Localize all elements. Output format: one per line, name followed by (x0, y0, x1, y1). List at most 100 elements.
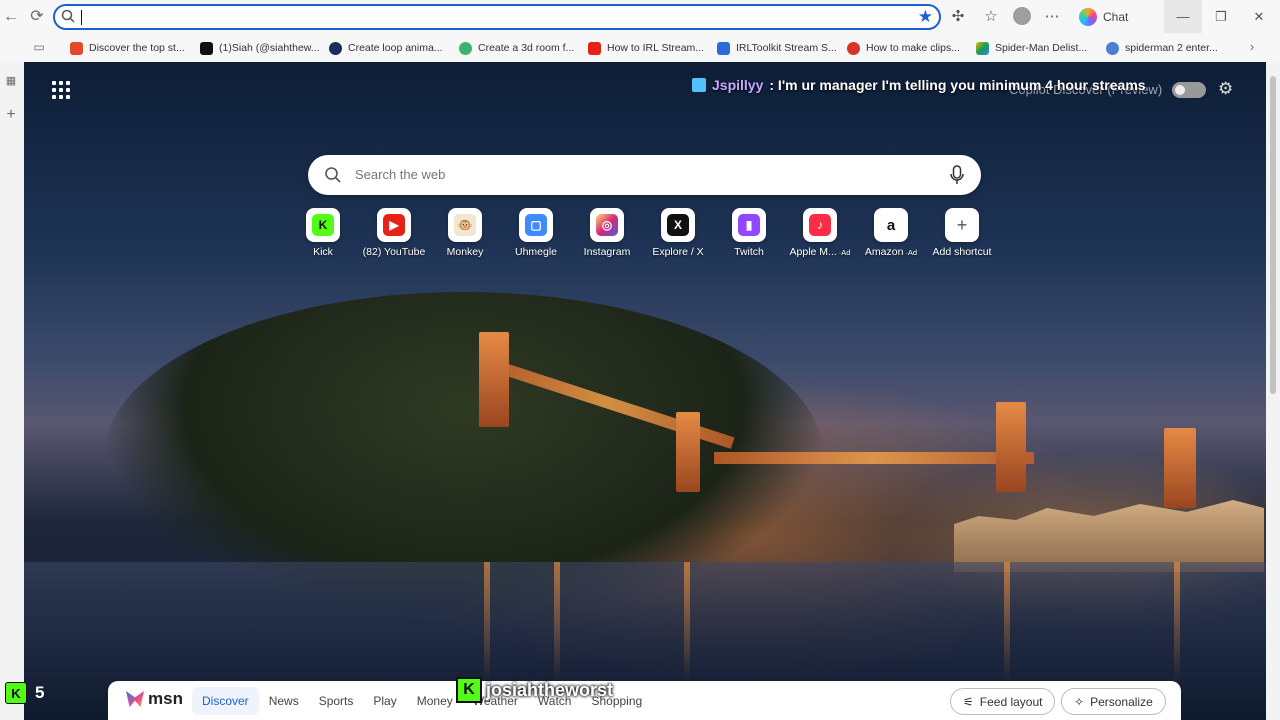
uhmegle-icon: ▢ (525, 214, 547, 236)
bookmarks-bar: ▭ Discover the top st... (1)Siah (@siaht… (0, 33, 1280, 62)
ad-badge: ·Ad (905, 248, 918, 257)
shortcut-add[interactable]: + Add shortcut (927, 208, 997, 258)
tab-sports[interactable]: Sports (309, 687, 364, 715)
tab-news[interactable]: News (259, 687, 309, 715)
shortcut-label: Apple M... ·Ad (789, 246, 851, 258)
search-icon (325, 167, 341, 183)
shortcut-label: (82) YouTube (362, 246, 426, 258)
shortcut-label: Twitch (734, 246, 764, 258)
text-caret (81, 10, 82, 25)
shortcut-amazon[interactable]: a Amazon ·Ad (856, 208, 926, 258)
bookmark-item[interactable]: How to make clips... (847, 40, 960, 56)
shortcut-tile: ▮ (732, 208, 766, 242)
scrollbar-thumb[interactable] (1270, 76, 1276, 394)
kick-icon: K (5, 682, 27, 704)
bookmark-item[interactable]: How to IRL Stream... (588, 40, 704, 56)
shortcut-tile: + (945, 208, 979, 242)
stream-chat-overlay: Jspillyy : I'm ur manager I'm telling yo… (692, 74, 1146, 96)
shortcut-uhmegle[interactable]: ▢ Uhmegle (501, 208, 571, 258)
ad-badge: ·Ad (838, 248, 851, 257)
shortcut-x[interactable]: X Explore / X (643, 208, 713, 258)
shortcut-label: Explore / X (652, 246, 704, 258)
web-search-box[interactable]: Search the web (308, 155, 981, 195)
bookmark-item[interactable]: Discover the top st... (70, 40, 185, 56)
google-drive-icon (976, 41, 989, 55)
gear-icon[interactable]: ⚙ (1218, 79, 1233, 99)
kick-icon: K (456, 677, 482, 703)
personalize-button[interactable]: ✧ Personalize (1061, 688, 1166, 715)
tiktok-icon (200, 41, 213, 55)
msn-butterfly-icon (126, 691, 144, 707)
minimize-button[interactable]: — (1164, 0, 1202, 33)
background-tower (479, 332, 509, 427)
microphone-icon[interactable] (949, 165, 965, 185)
x-icon: X (667, 214, 689, 236)
bookmark-item[interactable]: Create a 3d room f... (459, 40, 574, 56)
shortcut-monkey[interactable]: 🐵 Monkey (430, 208, 500, 258)
tab-money[interactable]: Money (407, 687, 463, 715)
more-options-icon[interactable]: ⋯ (1042, 7, 1062, 27)
bookmark-item[interactable]: spiderman 2 enter... (1106, 40, 1218, 56)
bookmark-favicon (70, 41, 83, 55)
bookmark-item[interactable]: IRLToolkit Stream S... (717, 40, 837, 56)
bookmark-item[interactable]: Create loop anima... (329, 40, 443, 56)
background-wall (714, 452, 1034, 464)
favorite-star-icon[interactable]: ★ (918, 7, 933, 27)
restore-button[interactable]: ❐ (1202, 0, 1240, 33)
copilot-icon (1079, 8, 1097, 26)
profile-avatar[interactable] (1013, 7, 1031, 25)
chevron-right-icon[interactable]: › (1241, 36, 1263, 58)
youtube-icon: ▶ (383, 214, 405, 236)
bookmark-favicon (717, 41, 730, 55)
address-bar[interactable]: ★ (53, 4, 941, 30)
shortcut-tiles: K Kick ▶ (82) YouTube 🐵 Monkey ▢ Uhmegle… (294, 208, 1010, 258)
shortcut-instagram[interactable]: ◎ Instagram (572, 208, 642, 258)
shortcut-tile: a (874, 208, 908, 242)
viewer-count-badge: K 5 (5, 682, 44, 704)
copilot-chat-button[interactable]: Chat (1071, 5, 1136, 29)
extensions-icon[interactable]: ✣ (948, 7, 968, 27)
shortcut-label: Add shortcut (932, 246, 992, 258)
page-scrollbar[interactable] (1266, 62, 1280, 720)
shortcut-tile: K (306, 208, 340, 242)
apps-grid-icon[interactable] (52, 81, 70, 99)
background-tower (1164, 428, 1196, 508)
bookmark-item[interactable]: Spider-Man Delist... (976, 40, 1087, 56)
sliders-icon: ⚟ (963, 694, 974, 709)
shortcut-label: Amazon ·Ad (864, 246, 918, 258)
shortcut-label: Instagram (583, 246, 631, 258)
msn-logo[interactable]: msn (126, 689, 183, 709)
bookmark-favicon (329, 41, 342, 55)
background-town (954, 500, 1264, 572)
light-reflection (1004, 562, 1010, 682)
shortcut-label: Kick (313, 246, 333, 258)
shortcut-youtube[interactable]: ▶ (82) YouTube (359, 208, 429, 258)
favorites-icon[interactable]: ☆ (981, 7, 1001, 27)
new-tab-plus-icon[interactable]: + (0, 104, 22, 126)
tab-list-icon[interactable]: ▦ (0, 70, 22, 92)
tab-discover[interactable]: Discover (192, 687, 259, 715)
msn-feed-bar: msn Discover News Sports Play Money Weat… (108, 681, 1181, 720)
tab-play[interactable]: Play (363, 687, 406, 715)
bookmark-favicon (847, 41, 860, 55)
refresh-icon[interactable]: ⟳ (26, 6, 48, 28)
shortcut-apple-music[interactable]: ♪ Apple M... ·Ad (785, 208, 855, 258)
youtube-icon (588, 41, 601, 55)
back-icon[interactable]: ← (0, 6, 22, 28)
kick-icon: K (312, 214, 334, 236)
bookmark-item[interactable]: (1)Siah (@siahthew... (200, 40, 320, 56)
shortcut-tile: X (661, 208, 695, 242)
shortcut-tile: 🐵 (448, 208, 482, 242)
sparkle-icon: ✧ (1074, 694, 1085, 709)
shortcut-label: Uhmegle (514, 246, 558, 258)
feed-layout-button[interactable]: ⚟ Feed layout (950, 688, 1056, 715)
tab-actions-icon[interactable]: ▭ (28, 36, 50, 58)
close-button[interactable]: ✕ (1240, 0, 1278, 33)
chat-label: Chat (1103, 10, 1129, 24)
shortcut-twitch[interactable]: ▮ Twitch (714, 208, 784, 258)
search-placeholder[interactable]: Search the web (355, 167, 445, 182)
amazon-icon: a (880, 214, 902, 236)
shortcut-kick[interactable]: K Kick (288, 208, 358, 258)
light-reflection (484, 562, 490, 682)
copilot-discover-toggle[interactable] (1172, 82, 1206, 98)
